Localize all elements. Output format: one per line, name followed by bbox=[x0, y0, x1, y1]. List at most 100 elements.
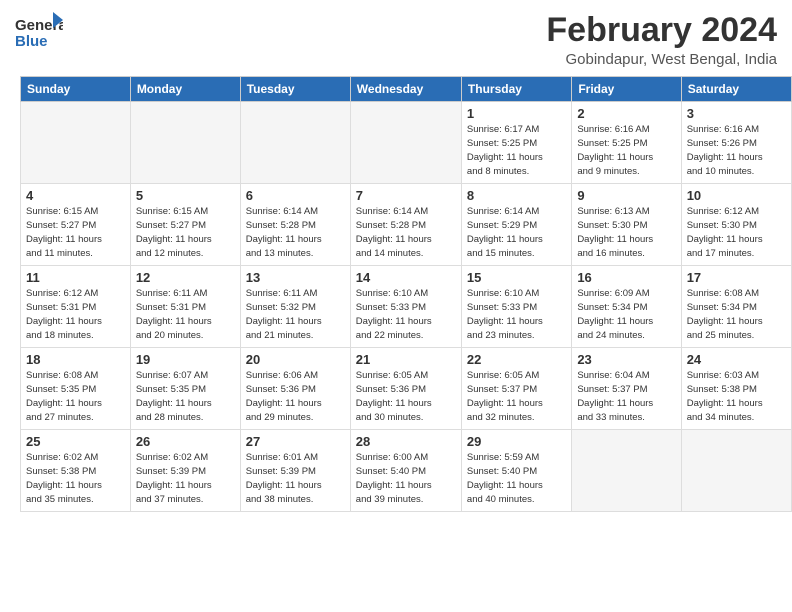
day-number: 9 bbox=[577, 188, 675, 203]
calendar-day: 10 Sunrise: 6:12 AM Sunset: 5:30 PM Dayli… bbox=[681, 184, 791, 266]
day-info: Sunrise: 6:14 AM Sunset: 5:28 PM Dayligh… bbox=[246, 205, 345, 260]
calendar-day: 23 Sunrise: 6:04 AM Sunset: 5:37 PM Dayli… bbox=[572, 348, 681, 430]
day-number: 7 bbox=[356, 188, 456, 203]
day-number: 29 bbox=[467, 434, 566, 449]
day-number: 13 bbox=[246, 270, 345, 285]
day-number: 26 bbox=[136, 434, 235, 449]
day-info: Sunrise: 6:15 AM Sunset: 5:27 PM Dayligh… bbox=[26, 205, 125, 260]
day-info: Sunrise: 6:16 AM Sunset: 5:25 PM Dayligh… bbox=[577, 123, 675, 178]
calendar-day: 22 Sunrise: 6:05 AM Sunset: 5:37 PM Dayli… bbox=[461, 348, 571, 430]
day-info: Sunrise: 5:59 AM Sunset: 5:40 PM Dayligh… bbox=[467, 451, 566, 506]
calendar-day bbox=[130, 102, 240, 184]
day-number: 18 bbox=[26, 352, 125, 367]
title-area: February 2024 Gobindapur, West Bengal, I… bbox=[546, 12, 777, 68]
calendar-body: 1Sunrise: 6:17 AM Sunset: 5:25 PM Daylig… bbox=[21, 102, 792, 512]
calendar-day: 2 Sunrise: 6:16 AM Sunset: 5:25 PM Daylig… bbox=[572, 102, 681, 184]
day-number: 20 bbox=[246, 352, 345, 367]
day-info: Sunrise: 6:02 AM Sunset: 5:38 PM Dayligh… bbox=[26, 451, 125, 506]
day-number: 27 bbox=[246, 434, 345, 449]
calendar-week-0: 1Sunrise: 6:17 AM Sunset: 5:25 PM Daylig… bbox=[21, 102, 792, 184]
calendar-day: 20 Sunrise: 6:06 AM Sunset: 5:36 PM Dayli… bbox=[240, 348, 350, 430]
header-friday: Friday bbox=[572, 77, 681, 102]
day-info: Sunrise: 6:02 AM Sunset: 5:39 PM Dayligh… bbox=[136, 451, 235, 506]
calendar-day: 12 Sunrise: 6:11 AM Sunset: 5:31 PM Dayli… bbox=[130, 266, 240, 348]
calendar-day bbox=[350, 102, 461, 184]
day-info: Sunrise: 6:17 AM Sunset: 5:25 PM Dayligh… bbox=[467, 123, 566, 178]
calendar-day: 24 Sunrise: 6:03 AM Sunset: 5:38 PM Dayli… bbox=[681, 348, 791, 430]
calendar-day bbox=[21, 102, 131, 184]
day-info: Sunrise: 6:11 AM Sunset: 5:31 PM Dayligh… bbox=[136, 287, 235, 342]
day-info: Sunrise: 6:15 AM Sunset: 5:27 PM Dayligh… bbox=[136, 205, 235, 260]
day-number: 12 bbox=[136, 270, 235, 285]
day-info: Sunrise: 6:07 AM Sunset: 5:35 PM Dayligh… bbox=[136, 369, 235, 424]
calendar-day bbox=[681, 430, 791, 512]
day-info: Sunrise: 6:16 AM Sunset: 5:26 PM Dayligh… bbox=[687, 123, 786, 178]
calendar-day: 8Sunrise: 6:14 AM Sunset: 5:29 PM Daylig… bbox=[461, 184, 571, 266]
calendar-day: 16 Sunrise: 6:09 AM Sunset: 5:34 PM Dayli… bbox=[572, 266, 681, 348]
svg-text:Blue: Blue bbox=[15, 33, 48, 50]
day-number: 6 bbox=[246, 188, 345, 203]
day-number: 19 bbox=[136, 352, 235, 367]
calendar-day: 13 Sunrise: 6:11 AM Sunset: 5:32 PM Dayli… bbox=[240, 266, 350, 348]
day-number: 24 bbox=[687, 352, 786, 367]
calendar-day bbox=[572, 430, 681, 512]
day-number: 28 bbox=[356, 434, 456, 449]
month-title: February 2024 bbox=[546, 12, 777, 49]
logo: General Blue bbox=[15, 12, 63, 55]
calendar-day: 15 Sunrise: 6:10 AM Sunset: 5:33 PM Dayli… bbox=[461, 266, 571, 348]
calendar-day: 14Sunrise: 6:10 AM Sunset: 5:33 PM Dayli… bbox=[350, 266, 461, 348]
header-monday: Monday bbox=[130, 77, 240, 102]
day-info: Sunrise: 6:13 AM Sunset: 5:30 PM Dayligh… bbox=[577, 205, 675, 260]
calendar-day: 5 Sunrise: 6:15 AM Sunset: 5:27 PM Daylig… bbox=[130, 184, 240, 266]
calendar-day: 19 Sunrise: 6:07 AM Sunset: 5:35 PM Dayli… bbox=[130, 348, 240, 430]
day-number: 11 bbox=[26, 270, 125, 285]
day-info: Sunrise: 6:04 AM Sunset: 5:37 PM Dayligh… bbox=[577, 369, 675, 424]
calendar-week-2: 11Sunrise: 6:12 AM Sunset: 5:31 PM Dayli… bbox=[21, 266, 792, 348]
day-number: 2 bbox=[577, 106, 675, 121]
header-thursday: Thursday bbox=[461, 77, 571, 102]
day-info: Sunrise: 6:03 AM Sunset: 5:38 PM Dayligh… bbox=[687, 369, 786, 424]
header-tuesday: Tuesday bbox=[240, 77, 350, 102]
calendar-day: 26 Sunrise: 6:02 AM Sunset: 5:39 PM Dayli… bbox=[130, 430, 240, 512]
day-number: 25 bbox=[26, 434, 125, 449]
day-number: 15 bbox=[467, 270, 566, 285]
day-number: 17 bbox=[687, 270, 786, 285]
day-info: Sunrise: 6:01 AM Sunset: 5:39 PM Dayligh… bbox=[246, 451, 345, 506]
day-number: 16 bbox=[577, 270, 675, 285]
calendar-day: 3 Sunrise: 6:16 AM Sunset: 5:26 PM Daylig… bbox=[681, 102, 791, 184]
calendar-day: 6 Sunrise: 6:14 AM Sunset: 5:28 PM Daylig… bbox=[240, 184, 350, 266]
day-number: 22 bbox=[467, 352, 566, 367]
header-wednesday: Wednesday bbox=[350, 77, 461, 102]
day-number: 8 bbox=[467, 188, 566, 203]
day-number: 5 bbox=[136, 188, 235, 203]
calendar-day: 9 Sunrise: 6:13 AM Sunset: 5:30 PM Daylig… bbox=[572, 184, 681, 266]
day-info: Sunrise: 6:10 AM Sunset: 5:33 PM Dayligh… bbox=[356, 287, 456, 342]
day-info: Sunrise: 6:00 AM Sunset: 5:40 PM Dayligh… bbox=[356, 451, 456, 506]
calendar-day: 27 Sunrise: 6:01 AM Sunset: 5:39 PM Dayli… bbox=[240, 430, 350, 512]
calendar-day: 11Sunrise: 6:12 AM Sunset: 5:31 PM Dayli… bbox=[21, 266, 131, 348]
calendar-day: 28 Sunrise: 6:00 AM Sunset: 5:40 PM Dayli… bbox=[350, 430, 461, 512]
day-info: Sunrise: 6:11 AM Sunset: 5:32 PM Dayligh… bbox=[246, 287, 345, 342]
calendar-day: 21Sunrise: 6:05 AM Sunset: 5:36 PM Dayli… bbox=[350, 348, 461, 430]
calendar-day: 29 Sunrise: 5:59 AM Sunset: 5:40 PM Dayli… bbox=[461, 430, 571, 512]
day-number: 23 bbox=[577, 352, 675, 367]
day-info: Sunrise: 6:06 AM Sunset: 5:36 PM Dayligh… bbox=[246, 369, 345, 424]
day-info: Sunrise: 6:05 AM Sunset: 5:37 PM Dayligh… bbox=[467, 369, 566, 424]
day-number: 3 bbox=[687, 106, 786, 121]
day-info: Sunrise: 6:10 AM Sunset: 5:33 PM Dayligh… bbox=[467, 287, 566, 342]
day-info: Sunrise: 6:12 AM Sunset: 5:30 PM Dayligh… bbox=[687, 205, 786, 260]
day-number: 4 bbox=[26, 188, 125, 203]
calendar-week-3: 18 Sunrise: 6:08 AM Sunset: 5:35 PM Dayli… bbox=[21, 348, 792, 430]
day-info: Sunrise: 6:09 AM Sunset: 5:34 PM Dayligh… bbox=[577, 287, 675, 342]
calendar-day: 4 Sunrise: 6:15 AM Sunset: 5:27 PM Daylig… bbox=[21, 184, 131, 266]
calendar-week-4: 25 Sunrise: 6:02 AM Sunset: 5:38 PM Dayli… bbox=[21, 430, 792, 512]
day-info: Sunrise: 6:08 AM Sunset: 5:34 PM Dayligh… bbox=[687, 287, 786, 342]
day-info: Sunrise: 6:08 AM Sunset: 5:35 PM Dayligh… bbox=[26, 369, 125, 424]
calendar-day bbox=[240, 102, 350, 184]
calendar-day: 1Sunrise: 6:17 AM Sunset: 5:25 PM Daylig… bbox=[461, 102, 571, 184]
day-number: 10 bbox=[687, 188, 786, 203]
day-info: Sunrise: 6:05 AM Sunset: 5:36 PM Dayligh… bbox=[356, 369, 456, 424]
calendar-day: 17 Sunrise: 6:08 AM Sunset: 5:34 PM Dayli… bbox=[681, 266, 791, 348]
calendar-header: SundayMondayTuesdayWednesdayThursdayFrid… bbox=[21, 77, 792, 102]
calendar-day: 7Sunrise: 6:14 AM Sunset: 5:28 PM Daylig… bbox=[350, 184, 461, 266]
